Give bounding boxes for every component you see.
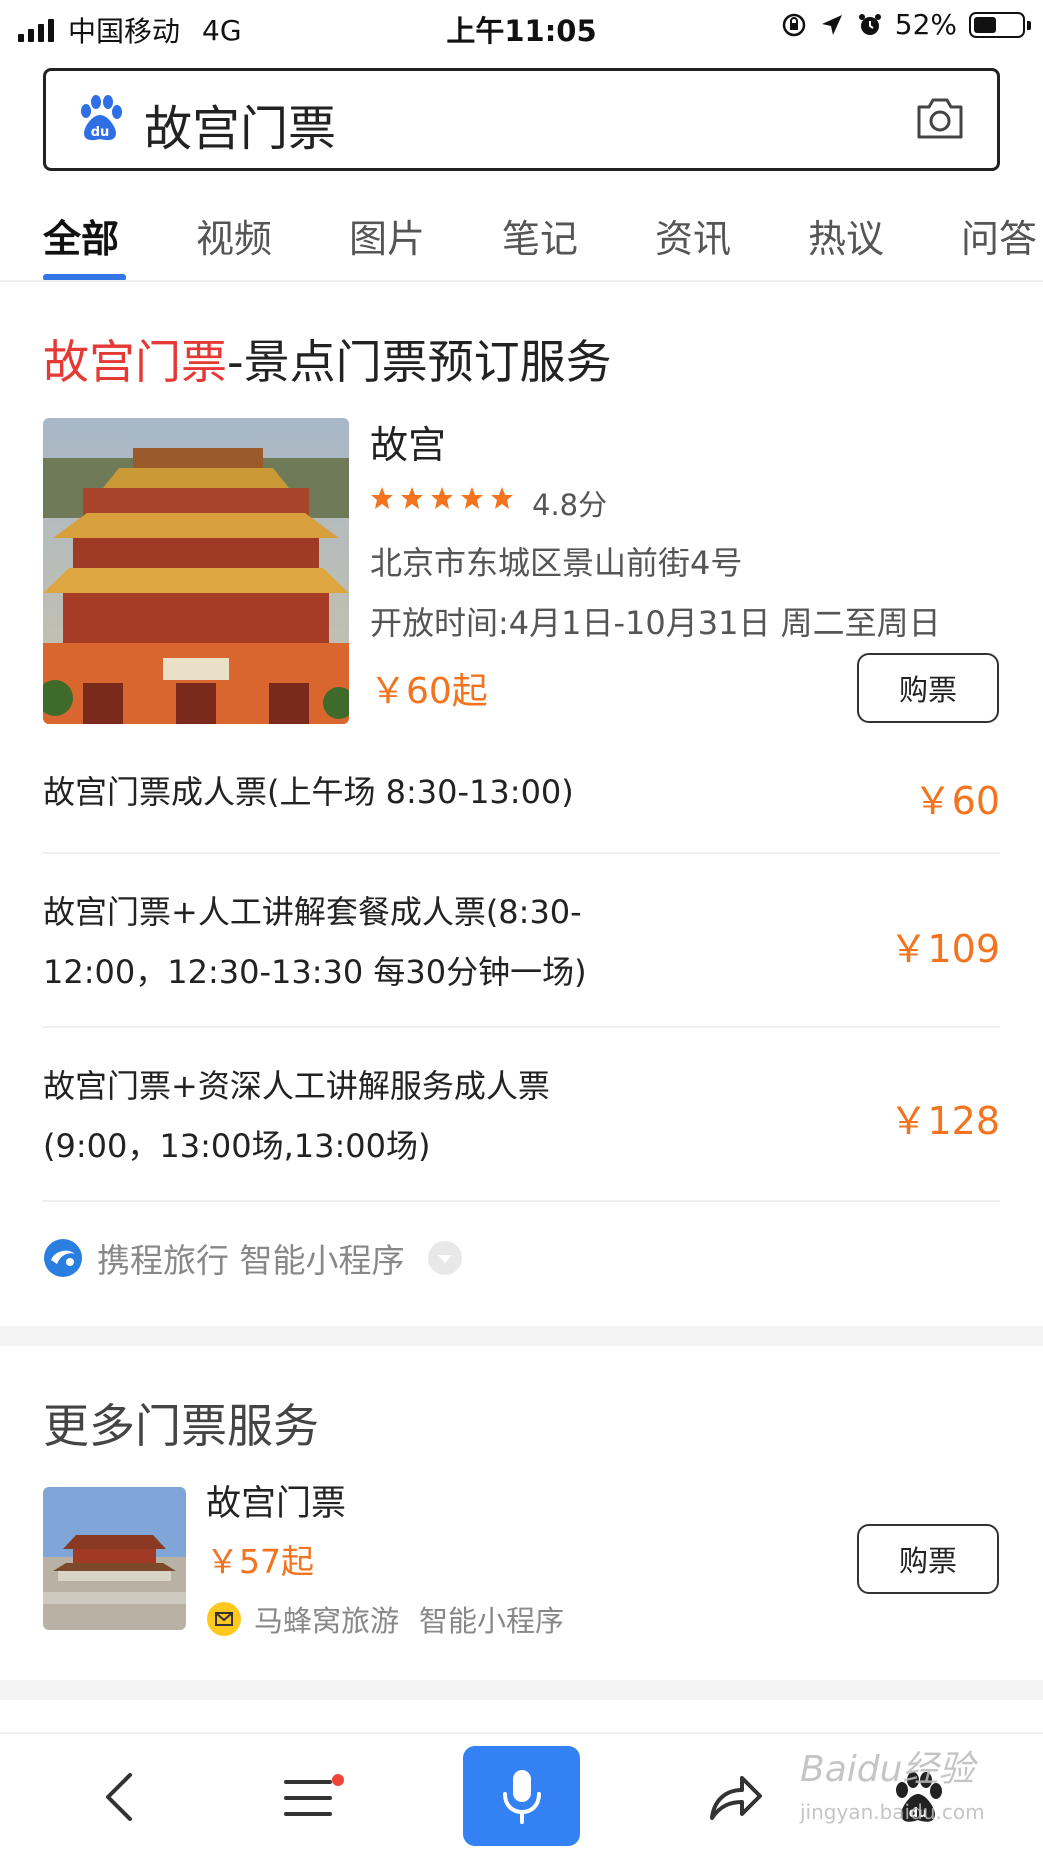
battery-percent: 52% (894, 8, 957, 41)
tab-discussion[interactable]: 热议 (808, 208, 884, 263)
tab-video[interactable]: 视频 (196, 208, 272, 263)
more-item-price: ￥57起 (206, 1542, 314, 1581)
star-icon (401, 487, 423, 509)
provider-tag: 智能小程序 (419, 1604, 565, 1638)
buy-ticket-button[interactable]: 购票 (857, 1524, 999, 1594)
result-title-rest: -景点门票预订服务 (227, 335, 612, 389)
ticket-price: ￥60 (913, 779, 1000, 823)
menu-icon[interactable] (284, 1774, 344, 1820)
rating-stars (370, 486, 514, 510)
back-icon[interactable] (102, 1772, 136, 1822)
rating-score: 4.8分 (532, 488, 608, 522)
provider-mafengwo[interactable]: 马蜂窝旅游 智能小程序 (206, 1598, 564, 1640)
price-from: ￥60起 (370, 671, 488, 712)
more-services-title: 更多门票服务 (43, 1399, 319, 1453)
search-tabs: 全部 视频 图片 笔记 资讯 热议 问答 (0, 190, 1043, 282)
ticket-name: 故宫门票+人工讲解套餐成人票(8:30-12:00，12:30-13:30 每3… (43, 893, 587, 991)
baidu-paw-icon: du (81, 95, 122, 141)
forbidden-city-photo[interactable] (43, 418, 349, 724)
tab-news[interactable]: 资讯 (655, 208, 731, 263)
attraction-address: 北京市东城区景山前街4号 (370, 544, 743, 582)
ticket-row[interactable]: 故宫门票+资深人工讲解服务成人票(9:00，13:00场,13:00场) ￥12… (43, 1028, 1000, 1202)
chevron-down-icon[interactable] (427, 1240, 463, 1276)
provider-label: 马蜂窝旅游 (254, 1604, 400, 1638)
watermark-text: Baidu经验 (800, 1749, 975, 1790)
ticket-price: ￥109 (889, 927, 1000, 971)
rotation-lock-icon (782, 13, 806, 36)
ticket-name: 故宫门票成人票(上午场 8:30-13:00) (43, 773, 574, 811)
result-title[interactable]: 故宫门票-景点门票预订服务 (43, 326, 612, 392)
ticket-name: 故宫门票+资深人工讲解服务成人票(9:00，13:00场,13:00场) (43, 1067, 550, 1165)
buy-ticket-button[interactable]: 购票 (857, 653, 999, 723)
watermark-url: jingyan.baidu.com (800, 1800, 985, 1824)
provider-ctrip[interactable]: 携程旅行 智能小程序 (43, 1234, 463, 1282)
status-bar: 中国移动 4G 上午11:05 52% (0, 0, 1043, 54)
battery-icon (969, 11, 1031, 38)
active-tab-indicator (43, 274, 126, 280)
star-icon (461, 487, 483, 509)
ticket-row[interactable]: 故宫门票+人工讲解套餐成人票(8:30-12:00，12:30-13:30 每3… (43, 854, 1000, 1028)
tab-qa[interactable]: 问答 (961, 208, 1037, 263)
opening-hours: 开放时间:4月1日-10月31日 周二至周日 (370, 604, 941, 642)
svg-text:du: du (91, 125, 110, 140)
palace-hall-photo[interactable] (43, 1487, 186, 1630)
mafengwo-logo-icon (207, 1602, 241, 1636)
microphone-icon (503, 1770, 541, 1824)
search-query-text: 故宫门票 (144, 101, 337, 157)
attraction-name[interactable]: 故宫 (370, 414, 446, 469)
more-item-name[interactable]: 故宫门票 (206, 1475, 346, 1526)
alarm-icon (858, 13, 881, 35)
result-title-highlight: 故宫门票 (43, 335, 227, 389)
ticket-price: ￥128 (889, 1099, 1000, 1143)
ticket-row[interactable]: 故宫门票成人票(上午场 8:30-13:00) ￥60 (43, 730, 1000, 854)
tab-notes[interactable]: 笔记 (502, 208, 578, 263)
section-divider (0, 1680, 1043, 1700)
location-arrow-icon (821, 14, 842, 35)
search-input[interactable]: du 故宫门票 (43, 68, 1000, 171)
star-icon (371, 487, 393, 509)
star-icon (431, 487, 453, 509)
ctrip-logo-icon (44, 1239, 82, 1277)
voice-search-button[interactable] (463, 1746, 580, 1846)
share-icon[interactable] (708, 1772, 764, 1822)
tab-all[interactable]: 全部 (43, 208, 119, 263)
camera-icon[interactable] (915, 95, 965, 141)
provider-label: 携程旅行 智能小程序 (97, 1241, 405, 1280)
star-icon (491, 487, 513, 509)
tab-images[interactable]: 图片 (349, 208, 425, 263)
section-divider (0, 1326, 1043, 1346)
